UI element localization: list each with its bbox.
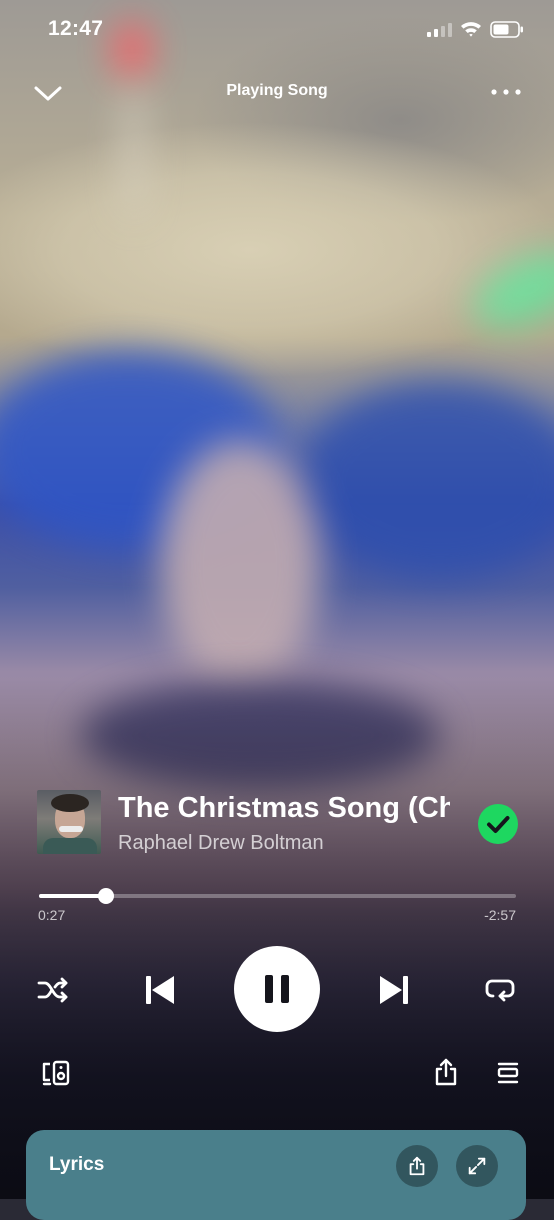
status-time: 12:47: [48, 17, 104, 40]
lyrics-card[interactable]: Lyrics: [26, 1130, 526, 1220]
pause-button[interactable]: [234, 946, 320, 1032]
cellular-signal-icon: [427, 21, 452, 37]
share-button[interactable]: [430, 1056, 462, 1088]
progress-thumb[interactable]: [97, 888, 114, 904]
player-header: Playing Song: [0, 70, 554, 114]
elapsed-time: 0:27: [38, 907, 66, 923]
repeat-button[interactable]: [482, 974, 518, 1006]
more-options-icon[interactable]: [488, 84, 524, 100]
share-icon: [409, 1156, 425, 1176]
remaining-time: -2:57: [484, 907, 516, 923]
speaker-device-icon: [42, 1060, 70, 1086]
lyrics-expand-button[interactable]: [456, 1145, 498, 1187]
lyrics-share-button[interactable]: [396, 1145, 438, 1187]
repeat-icon: [485, 979, 515, 1002]
wifi-icon: [461, 22, 481, 37]
liked-check-button[interactable]: [478, 804, 518, 844]
progress-bar[interactable]: [39, 888, 516, 904]
skip-previous-icon: [146, 976, 174, 1004]
lyrics-title: Lyrics: [49, 1154, 105, 1175]
expand-icon: [468, 1157, 486, 1175]
battery-icon: [490, 21, 523, 38]
previous-button[interactable]: [140, 970, 180, 1010]
status-bar: 12:47: [0, 0, 554, 60]
queue-icon: [497, 1062, 519, 1084]
pause-icon: [265, 975, 289, 1003]
album-thumbnail: [37, 790, 101, 854]
share-icon: [435, 1058, 457, 1086]
page-title: Playing Song: [226, 82, 328, 99]
check-icon: [487, 816, 510, 833]
progress-fill: [39, 894, 106, 898]
shuffle-button[interactable]: [36, 974, 72, 1006]
track-info: The Christmas Song (Ch Raphael Drew Bolt…: [37, 790, 518, 856]
song-title: The Christmas Song (Ch: [118, 792, 450, 824]
shuffle-icon: [37, 977, 68, 1003]
artist-name[interactable]: Raphael Drew Boltman: [118, 832, 324, 855]
queue-button[interactable]: [492, 1058, 524, 1088]
next-button[interactable]: [374, 970, 414, 1010]
connect-device-button[interactable]: [40, 1058, 72, 1088]
skip-next-icon: [380, 976, 408, 1004]
